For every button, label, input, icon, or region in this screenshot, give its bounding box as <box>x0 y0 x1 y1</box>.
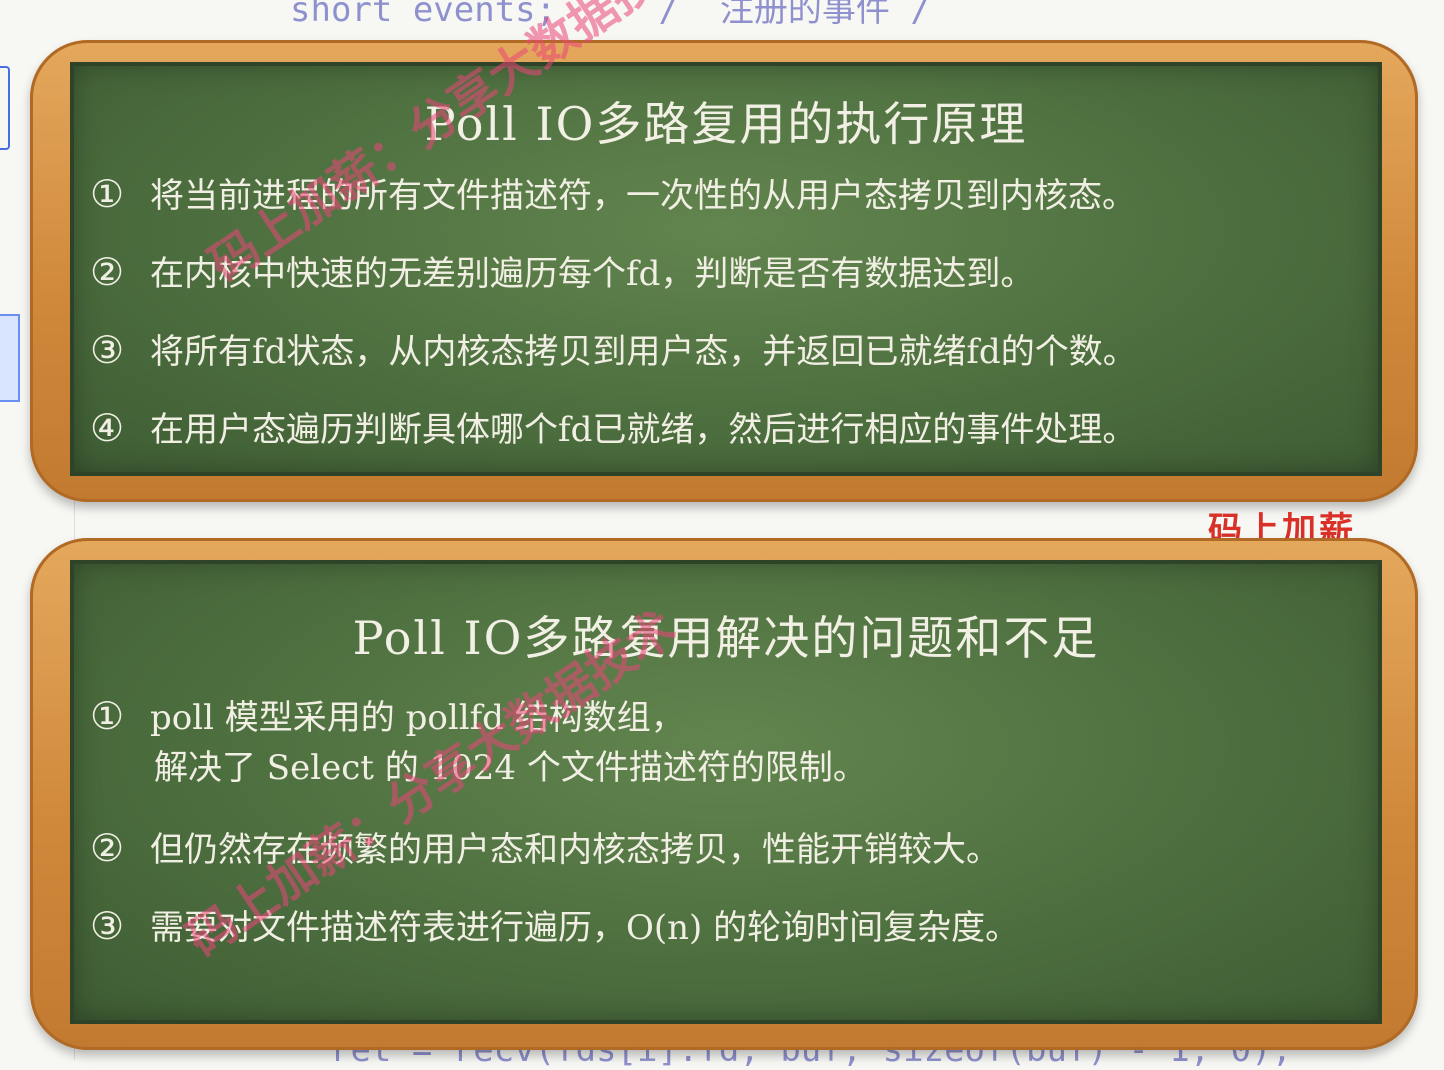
chalkboard-problems-and-shortcomings: Poll IO多路复用解决的问题和不足 ① poll 模型采用的 pollfd 结… <box>30 538 1418 1050</box>
background-editor-tab <box>0 66 10 150</box>
item-number: ④ <box>90 406 125 450</box>
item-text: 在用户态遍历判断具体哪个fd已就绪，然后进行相应的事件处理。 <box>150 410 1137 450</box>
item-text: 将所有fd状态，从内核态拷贝到用户态，并返回已就绪fd的个数。 <box>150 332 1137 372</box>
list-item: ③ 将所有fd状态，从内核态拷贝到用户态，并返回已就绪fd的个数。 <box>90 324 1137 378</box>
item-number: ① <box>90 172 125 216</box>
item-number: ③ <box>90 328 125 372</box>
board-title: Poll IO多路复用解决的问题和不足 <box>352 611 1100 665</box>
list-item: ② 但仍然存在频繁的用户态和内核态拷贝，性能开销较大。 <box>90 822 1000 876</box>
item-number: ② <box>90 250 125 294</box>
background-editor-tab-selected <box>0 314 20 402</box>
item-number: ① <box>90 694 125 738</box>
item-number: ③ <box>90 904 125 948</box>
chalkboard-surface: Poll IO多路复用解决的问题和不足 ① poll 模型采用的 pollfd 结… <box>70 560 1382 1024</box>
item-number: ② <box>90 826 125 870</box>
list-item: ④ 在用户态遍历判断具体哪个fd已就绪，然后进行相应的事件处理。 <box>90 402 1136 456</box>
board-title: Poll IO多路复用的执行原理 <box>424 97 1028 151</box>
item-text: poll 模型采用的 pollfd 结构数组， <box>150 698 685 738</box>
